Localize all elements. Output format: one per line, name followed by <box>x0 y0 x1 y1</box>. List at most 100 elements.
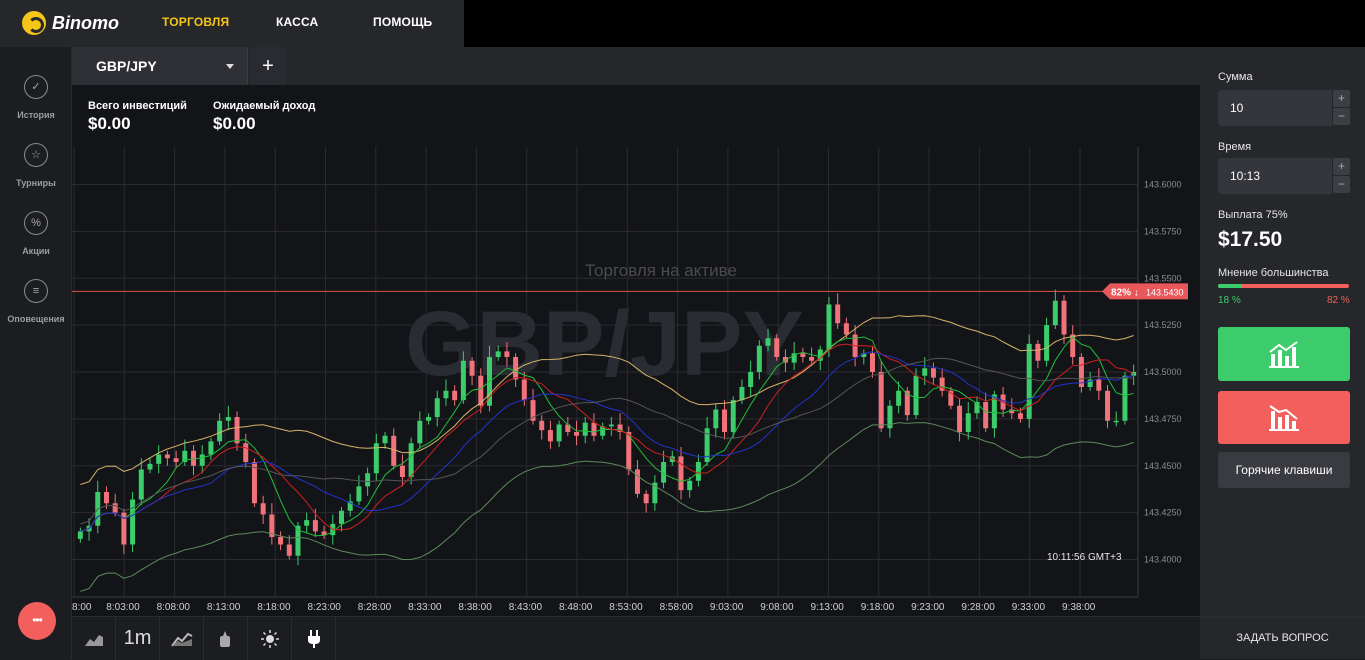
candle-body <box>130 499 136 545</box>
candle-body <box>678 456 684 491</box>
candle-body <box>112 503 118 513</box>
candle-body <box>913 375 919 416</box>
x-tick-label: 8:03:00 <box>106 602 140 613</box>
connection-button[interactable] <box>292 617 336 660</box>
tab-gbp-jpy[interactable]: GBP/JPY <box>72 47 248 85</box>
candle-body <box>1113 420 1119 423</box>
candle-body <box>495 351 501 357</box>
indicators-button[interactable] <box>160 617 204 660</box>
candle-body <box>1035 343 1041 361</box>
candle-body <box>1052 300 1058 326</box>
top-bar-blank <box>464 0 1365 47</box>
put-button[interactable] <box>1218 391 1350 444</box>
candle-body <box>103 492 109 504</box>
asset-tabs: GBP/JPY + <box>72 47 1200 85</box>
theme-button[interactable] <box>248 617 292 660</box>
candle-body <box>391 435 397 466</box>
nav-trading[interactable]: ТОРГОВЛЯ <box>162 15 229 29</box>
candle-body <box>513 357 519 380</box>
nav-help[interactable]: ПОМОЩЬ <box>373 15 432 29</box>
sidebar-item-history[interactable]: ✓ История <box>0 75 72 123</box>
server-clock: 10:11:56 GMT+3 <box>1047 552 1122 563</box>
candle-body <box>1061 300 1067 335</box>
x-tick-label: 8:38:00 <box>458 602 492 613</box>
amount-decrease-button[interactable]: − <box>1333 108 1350 125</box>
trophy-icon: ☆ <box>24 143 48 167</box>
amount-increase-button[interactable]: + <box>1333 90 1350 107</box>
candle-body <box>199 454 205 466</box>
candle-body <box>452 390 458 401</box>
call-button[interactable] <box>1218 327 1350 381</box>
candle-body <box>695 462 701 481</box>
plug-icon <box>307 629 320 648</box>
time-increase-button[interactable]: + <box>1333 158 1350 175</box>
y-tick-label: 143.5750 <box>1144 226 1182 236</box>
chart-type-button[interactable] <box>72 617 116 660</box>
timeframe-button[interactable]: 1m <box>116 617 160 660</box>
drawing-tools-button[interactable] <box>204 617 248 660</box>
trading-notice: Торговля на активе <box>585 261 737 280</box>
candle-body <box>843 323 849 335</box>
candle-body <box>1026 343 1032 419</box>
expected-income-value: $0.00 <box>213 114 256 133</box>
area-chart-icon <box>84 634 103 646</box>
ask-question-button[interactable]: ЗАДАТЬ ВОПРОС <box>1200 616 1365 659</box>
y-tick-label: 143.6000 <box>1144 180 1182 190</box>
x-tick-label: 8:53:00 <box>609 602 643 613</box>
sidebar-item-label: История <box>17 110 55 120</box>
sidebar: ✓ История ☆ Турниры % Акции ≡ Оповещения <box>0 47 72 659</box>
x-tick-label: 8:08:00 <box>157 602 191 613</box>
candle-body <box>138 469 144 500</box>
x-tick-label: 8:43:00 <box>509 602 543 613</box>
current-price-percent: 82% ↓ <box>1111 287 1139 298</box>
sidebar-item-promotions[interactable]: % Акции <box>0 211 72 259</box>
candle-body <box>983 402 989 429</box>
candle-body <box>77 531 83 539</box>
candle-body <box>304 520 310 526</box>
expected-income-label: Ожидаемый доход <box>213 100 316 112</box>
chat-icon[interactable] <box>18 602 56 640</box>
add-tab-button[interactable]: + <box>250 47 286 85</box>
time-label: Время <box>1218 141 1252 153</box>
candle-body <box>722 409 728 432</box>
sidebar-item-tournaments[interactable]: ☆ Турниры <box>0 143 72 191</box>
time-decrease-button[interactable]: − <box>1333 176 1350 193</box>
candle-body <box>826 304 832 350</box>
current-price-value: 143.5430 <box>1146 287 1184 297</box>
candle-body <box>234 417 240 444</box>
x-tick-label: 9:23:00 <box>911 602 945 613</box>
sidebar-item-label: Оповещения <box>7 314 65 324</box>
sidebar-item-notifications[interactable]: ≡ Оповещения <box>0 279 72 327</box>
candle-body <box>713 409 719 429</box>
x-tick-label: 8:58:00 <box>660 602 694 613</box>
candle-body <box>286 544 292 556</box>
brand-logo[interactable]: Binomo <box>22 11 119 35</box>
majority-down: 82 % <box>1327 295 1350 306</box>
binomo-logo-icon <box>22 11 46 35</box>
time-input[interactable]: 10:13 <box>1218 158 1332 194</box>
candle-body <box>809 357 815 361</box>
price-chart[interactable]: 143.6000 143.5750 143.5500 143.5250 143.5000… <box>72 85 1200 616</box>
majority-up: 18 % <box>1218 295 1241 306</box>
indicators-icon <box>170 632 192 647</box>
x-tick-label: 8:28:00 <box>358 602 392 613</box>
candle-body <box>957 405 963 432</box>
amount-input[interactable]: 10 <box>1218 90 1332 126</box>
hotkeys-button[interactable]: Горячие клавиши <box>1218 452 1350 488</box>
candle-body <box>356 486 362 502</box>
theme-sun-icon <box>260 629 279 648</box>
nav-cashier[interactable]: КАССА <box>276 15 318 29</box>
payout-value: $17.50 <box>1218 228 1283 251</box>
chart-area[interactable]: 143.6000 143.5750 143.5500 143.5250 143.5000… <box>72 85 1200 616</box>
candle-body <box>748 372 754 387</box>
x-tick-label: 9:28:00 <box>961 602 995 613</box>
candle-body <box>1096 379 1102 391</box>
candle-body <box>504 351 510 357</box>
candle-body <box>164 454 170 459</box>
candle-body <box>417 420 423 444</box>
candle-body <box>243 443 249 462</box>
chevron-down-icon[interactable] <box>226 64 234 69</box>
total-investments: Всего инвестиций $0.00 <box>88 100 187 134</box>
candle-body <box>399 465 405 477</box>
trend-down-icon <box>1269 405 1299 431</box>
